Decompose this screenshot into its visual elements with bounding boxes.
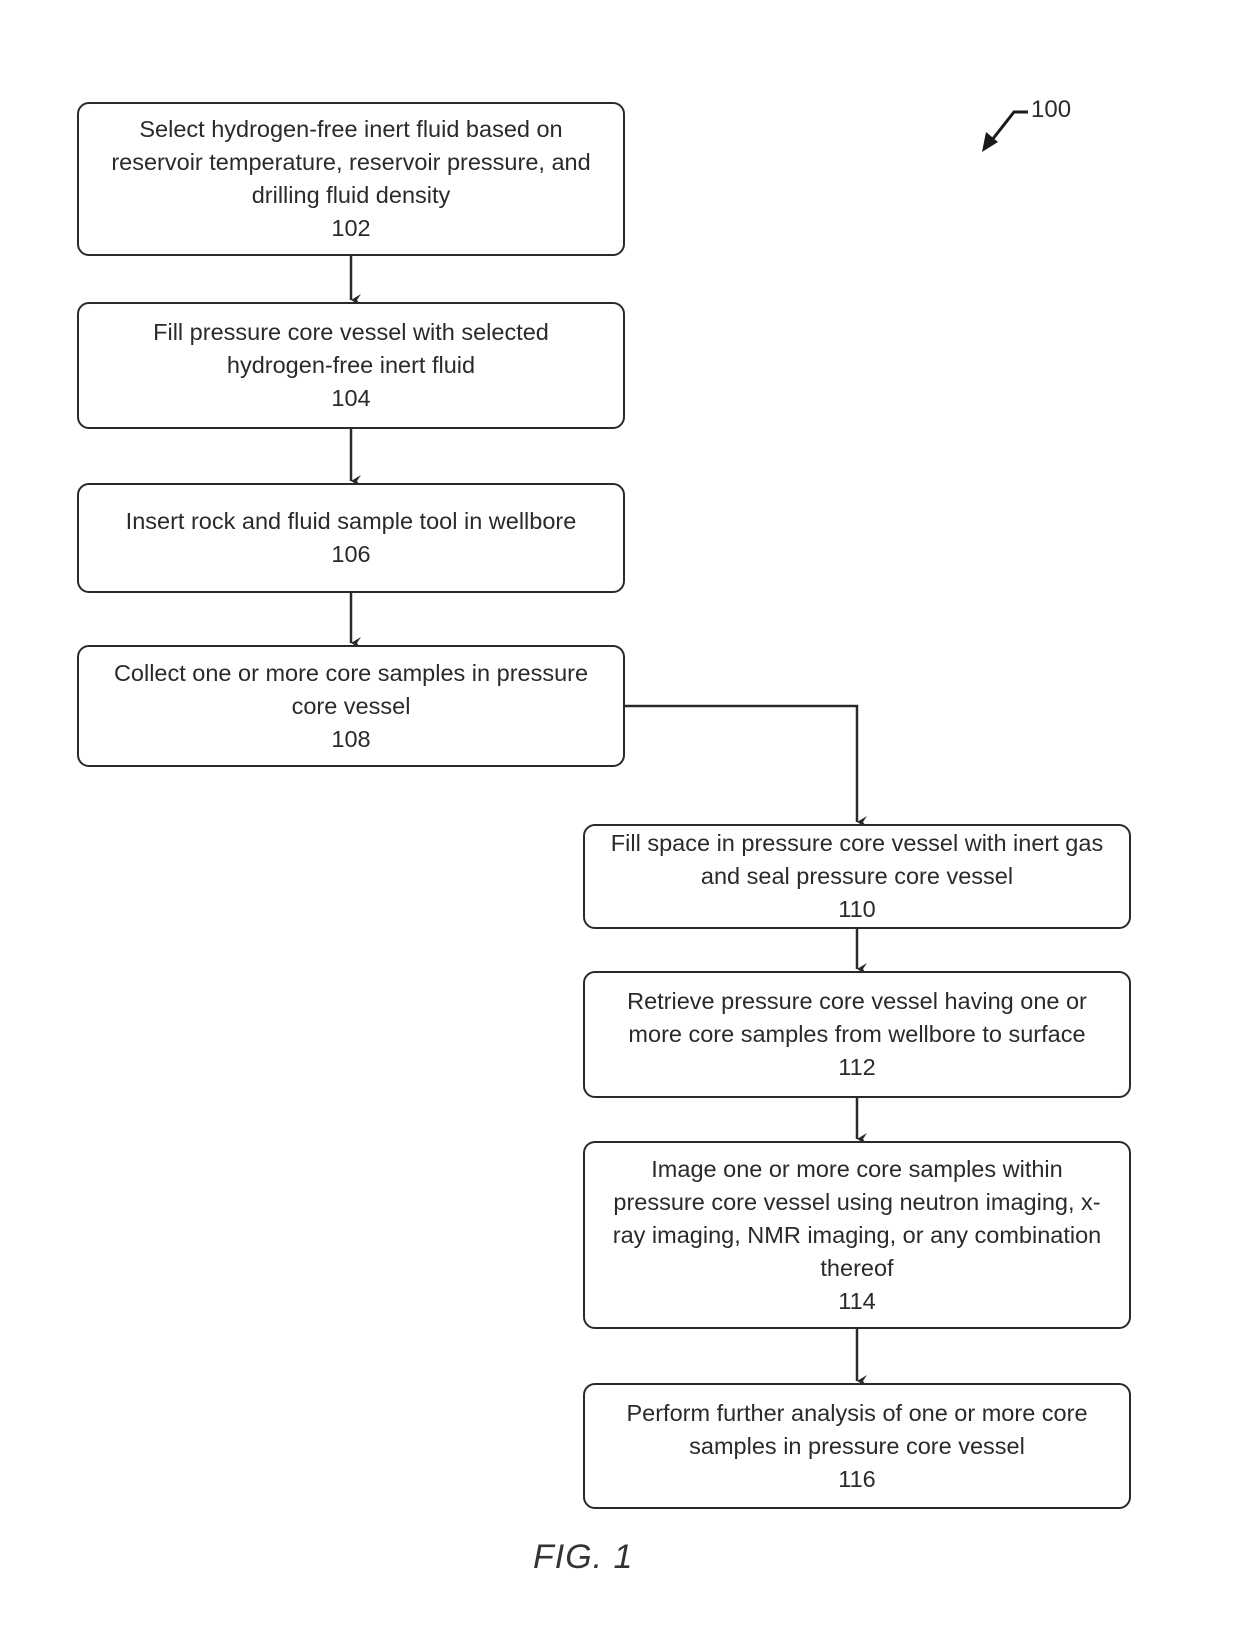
step-box-108: Collect one or more core samples in pres… [77,645,625,767]
step-text: Retrieve pressure core vessel having one… [627,988,1087,1047]
arrow-108-to-110 [625,704,867,828]
step-text: Fill pressure core vessel with selected … [153,319,549,378]
step-number: 104 [331,385,371,411]
figure-reference-number: 100 [1031,96,1072,123]
step-text: Insert rock and fluid sample tool in wel… [125,508,577,534]
step-number: 112 [838,1054,876,1080]
step-number: 110 [838,896,876,922]
step-number: 106 [331,541,371,567]
step-text: Perform further analysis of one or more … [626,1399,1088,1459]
step-number: 116 [838,1465,876,1492]
flowchart-canvas: 100 Select hydrogen-free inert fluid bas… [0,0,1240,1632]
figure-caption: FIG. 1 [533,1538,634,1576]
step-box-112: Retrieve pressure core vessel having one… [583,971,1131,1098]
step-number: 114 [838,1287,876,1314]
step-number: 108 [331,725,371,752]
step-box-104: Fill pressure core vessel with selected … [77,302,625,429]
step-box-106: Insert rock and fluid sample tool in wel… [77,483,625,593]
step-text: Fill space in pressure core vessel with … [610,830,1104,889]
step-text: Image one or more core samples within pr… [612,1155,1102,1281]
step-text: Collect one or more core samples in pres… [113,659,589,719]
step-box-114: Image one or more core samples within pr… [583,1141,1131,1329]
step-box-110: Fill space in pressure core vessel with … [583,824,1131,929]
step-text: Select hydrogen-free inert fluid based o… [111,116,591,208]
step-box-116: Perform further analysis of one or more … [583,1383,1131,1509]
step-box-102: Select hydrogen-free inert fluid based o… [77,102,625,256]
step-number: 102 [331,215,371,241]
reference-pointer-icon [982,110,1028,152]
